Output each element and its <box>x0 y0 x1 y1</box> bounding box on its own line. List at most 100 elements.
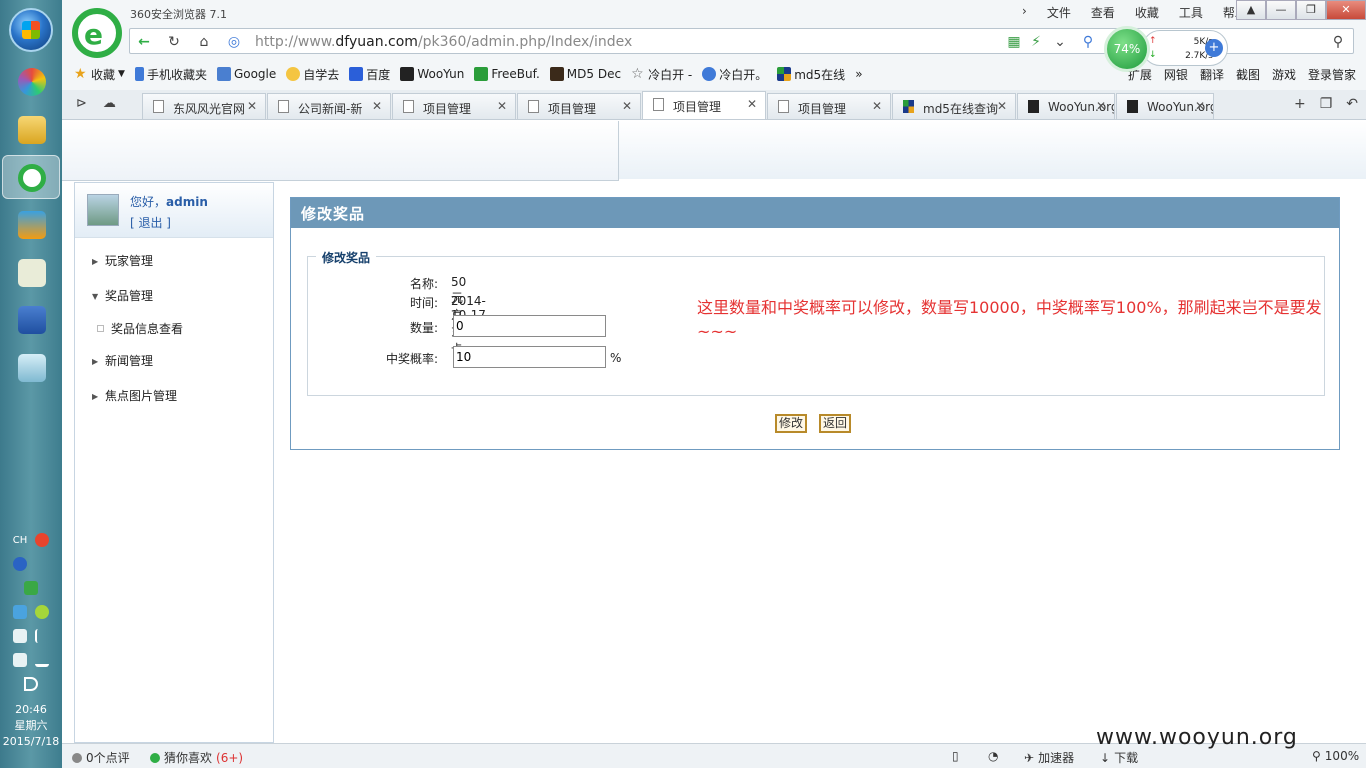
tab-close-icon[interactable]: ✕ <box>747 97 757 111</box>
phone-status-icon[interactable]: ▯ <box>952 749 959 763</box>
tab-close-icon[interactable]: ✕ <box>372 99 382 113</box>
bookmark-mobile[interactable]: 手机收藏夹 <box>134 66 207 83</box>
search-engine-icon[interactable]: ⚲ <box>1078 32 1098 52</box>
tab-project-active[interactable]: 项目管理 ✕ <box>642 91 766 119</box>
dropdown-icon[interactable]: ⌄ <box>1050 32 1070 52</box>
home-icon[interactable]: ⌂ <box>194 32 214 52</box>
skin-button[interactable]: ▲ <box>1236 0 1266 20</box>
bookmark-md5dec[interactable]: MD5 Dec <box>549 67 621 81</box>
tab-close-icon[interactable]: ✕ <box>622 99 632 113</box>
menu-arrow-icon[interactable]: › <box>1022 4 1027 21</box>
network-speed-badge[interactable]: 74% <box>1104 26 1150 72</box>
taskbar-app-explorer[interactable] <box>12 110 50 148</box>
sidebar-item-news[interactable]: ▶ 新闻管理 <box>75 344 273 379</box>
sidebar-item-prize-info[interactable]: 奖品信息查看 <box>75 314 273 344</box>
taskbar-app-qq[interactable] <box>12 253 50 291</box>
sidebar-toggle-icon[interactable]: ⊳ <box>76 96 87 111</box>
sidebar-item-players[interactable]: ▶ 玩家管理 <box>75 244 273 279</box>
undo-close-icon[interactable]: ↶ <box>1346 96 1358 112</box>
guess-like-item[interactable]: 猜你喜欢 (6+) <box>150 749 243 766</box>
device-icon[interactable] <box>13 653 27 667</box>
360-browser-logo-icon[interactable]: e <box>72 8 122 58</box>
sidebar-item-prizes[interactable]: ▼ 奖品管理 <box>75 279 273 314</box>
menu-view[interactable]: 查看 <box>1091 4 1115 21</box>
flag-icon[interactable] <box>35 629 49 643</box>
bookmark-zixuequ[interactable]: 自学去 <box>286 66 339 83</box>
taskbar-clock[interactable]: 20:46 星期六 2015/7/18 <box>0 702 62 750</box>
lightning-icon[interactable]: ⚡ <box>1026 32 1046 52</box>
tab-close-icon[interactable]: ✕ <box>247 99 257 113</box>
maximize-button[interactable]: ❐ <box>1296 0 1326 20</box>
bookmark-google[interactable]: Google <box>216 67 276 81</box>
login-manager-button[interactable]: 登录管家 <box>1308 66 1356 83</box>
tab-md5[interactable]: md5在线查询 ✕ <box>892 93 1016 119</box>
bookmark-favorites[interactable]: ★ 收藏 ▼ <box>74 66 125 83</box>
close-button[interactable]: ✕ <box>1326 0 1366 20</box>
bookmark-md5online[interactable]: md5在线 <box>777 66 845 83</box>
bookmark-wooyun[interactable]: WooYun <box>400 67 464 81</box>
taskbar-app-word[interactable] <box>12 300 50 338</box>
shield-icon[interactable] <box>24 581 38 595</box>
back-button[interactable]: 返回 <box>819 414 852 433</box>
tab-close-icon[interactable]: ✕ <box>1096 99 1106 113</box>
logout-link[interactable]: [ 退出 ] <box>130 214 171 231</box>
bookmark-lengbaikai-1[interactable]: ☆ 冷白开 - <box>631 66 692 83</box>
zoom-item[interactable]: ⚲ 100% <box>1312 749 1359 763</box>
network-app-icon[interactable] <box>13 605 27 619</box>
tab-close-icon[interactable]: ✕ <box>872 99 882 113</box>
tab-close-icon[interactable]: ✕ <box>1195 99 1205 113</box>
tab-list-icon[interactable]: ❐ <box>1320 96 1333 112</box>
360-plus-icon[interactable] <box>35 605 49 619</box>
games-button[interactable]: 游戏 <box>1272 66 1296 83</box>
menu-favorites[interactable]: 收藏 <box>1135 4 1159 21</box>
bookmark-baidu[interactable]: 百度 <box>349 66 390 83</box>
bookmark-lengbaikai-2[interactable]: 冷白开。 <box>702 66 767 83</box>
minimize-button[interactable]: — <box>1266 0 1296 20</box>
signal-icon[interactable] <box>35 653 49 667</box>
modify-button[interactable]: 修改 <box>775 414 808 433</box>
tab-project-4[interactable]: 项目管理 ✕ <box>767 93 891 119</box>
tab-project-2[interactable]: 项目管理 ✕ <box>517 93 641 119</box>
help-icon[interactable] <box>13 557 27 571</box>
tab-company-news[interactable]: 公司新闻-新 ✕ <box>267 93 391 119</box>
volume-icon[interactable] <box>24 677 38 691</box>
back-arrow-icon[interactable]: ← <box>134 32 154 52</box>
tab-close-icon[interactable]: ✕ <box>997 99 1007 113</box>
speedup-plus-icon[interactable]: + <box>1205 39 1223 57</box>
probability-input[interactable] <box>453 346 606 368</box>
url-text[interactable]: http://www.dfyuan.com/pk360/admin.php/In… <box>255 34 632 50</box>
menu-file[interactable]: 文件 <box>1047 4 1071 21</box>
display-icon[interactable] <box>13 629 27 643</box>
sidebar-item-focus-images[interactable]: ▶ 焦点图片管理 <box>75 379 273 414</box>
taskbar-app-notes[interactable] <box>12 348 50 386</box>
tab-wooyun-1[interactable]: WooYun.org ✕ <box>1017 93 1115 119</box>
search-icon[interactable]: ⚲ <box>1328 32 1348 52</box>
bookmarks-more-icon[interactable]: » <box>855 67 862 81</box>
accelerator-item[interactable]: ✈ 加速器 <box>1024 749 1074 766</box>
sogou-input-icon[interactable] <box>35 533 50 547</box>
qr-code-icon[interactable]: ▦ <box>1004 32 1024 52</box>
refresh-icon[interactable]: ↻ <box>164 32 184 52</box>
translate-button[interactable]: 翻译 <box>1200 66 1224 83</box>
cloud-icon[interactable]: ☁ <box>103 96 116 111</box>
menu-tools[interactable]: 工具 <box>1179 4 1203 21</box>
tab-project-1[interactable]: 项目管理 ✕ <box>392 93 516 119</box>
bookmark-freebuf[interactable]: FreeBuf. <box>474 67 540 81</box>
pin-icon[interactable] <box>35 557 49 571</box>
screenshot-button[interactable]: 截图 <box>1236 66 1260 83</box>
taskbar-app-colorful[interactable] <box>12 62 50 100</box>
taskbar-app-360-browser[interactable] <box>2 155 60 199</box>
quantity-input[interactable] <box>453 315 606 337</box>
tab-dongfeng[interactable]: 东风风光官网 ✕ <box>142 93 266 119</box>
comments-item[interactable]: 0个点评 <box>72 749 130 766</box>
speed-dial-icon[interactable]: ◔ <box>988 749 998 763</box>
language-indicator[interactable]: CH <box>13 535 28 546</box>
download-item[interactable]: ↓ 下载 <box>1100 749 1138 766</box>
tab-wooyun-2[interactable]: WooYun.org ✕ <box>1116 93 1214 119</box>
start-button[interactable] <box>9 8 53 52</box>
taskbar-app-media[interactable] <box>12 205 50 243</box>
network-speed-panel[interactable]: ↑ 5K/s ↓ 2.7K/s + <box>1142 30 1228 66</box>
new-tab-icon[interactable]: + <box>1294 96 1306 112</box>
site-security-icon[interactable]: ◎ <box>224 32 244 52</box>
tab-close-icon[interactable]: ✕ <box>497 99 507 113</box>
